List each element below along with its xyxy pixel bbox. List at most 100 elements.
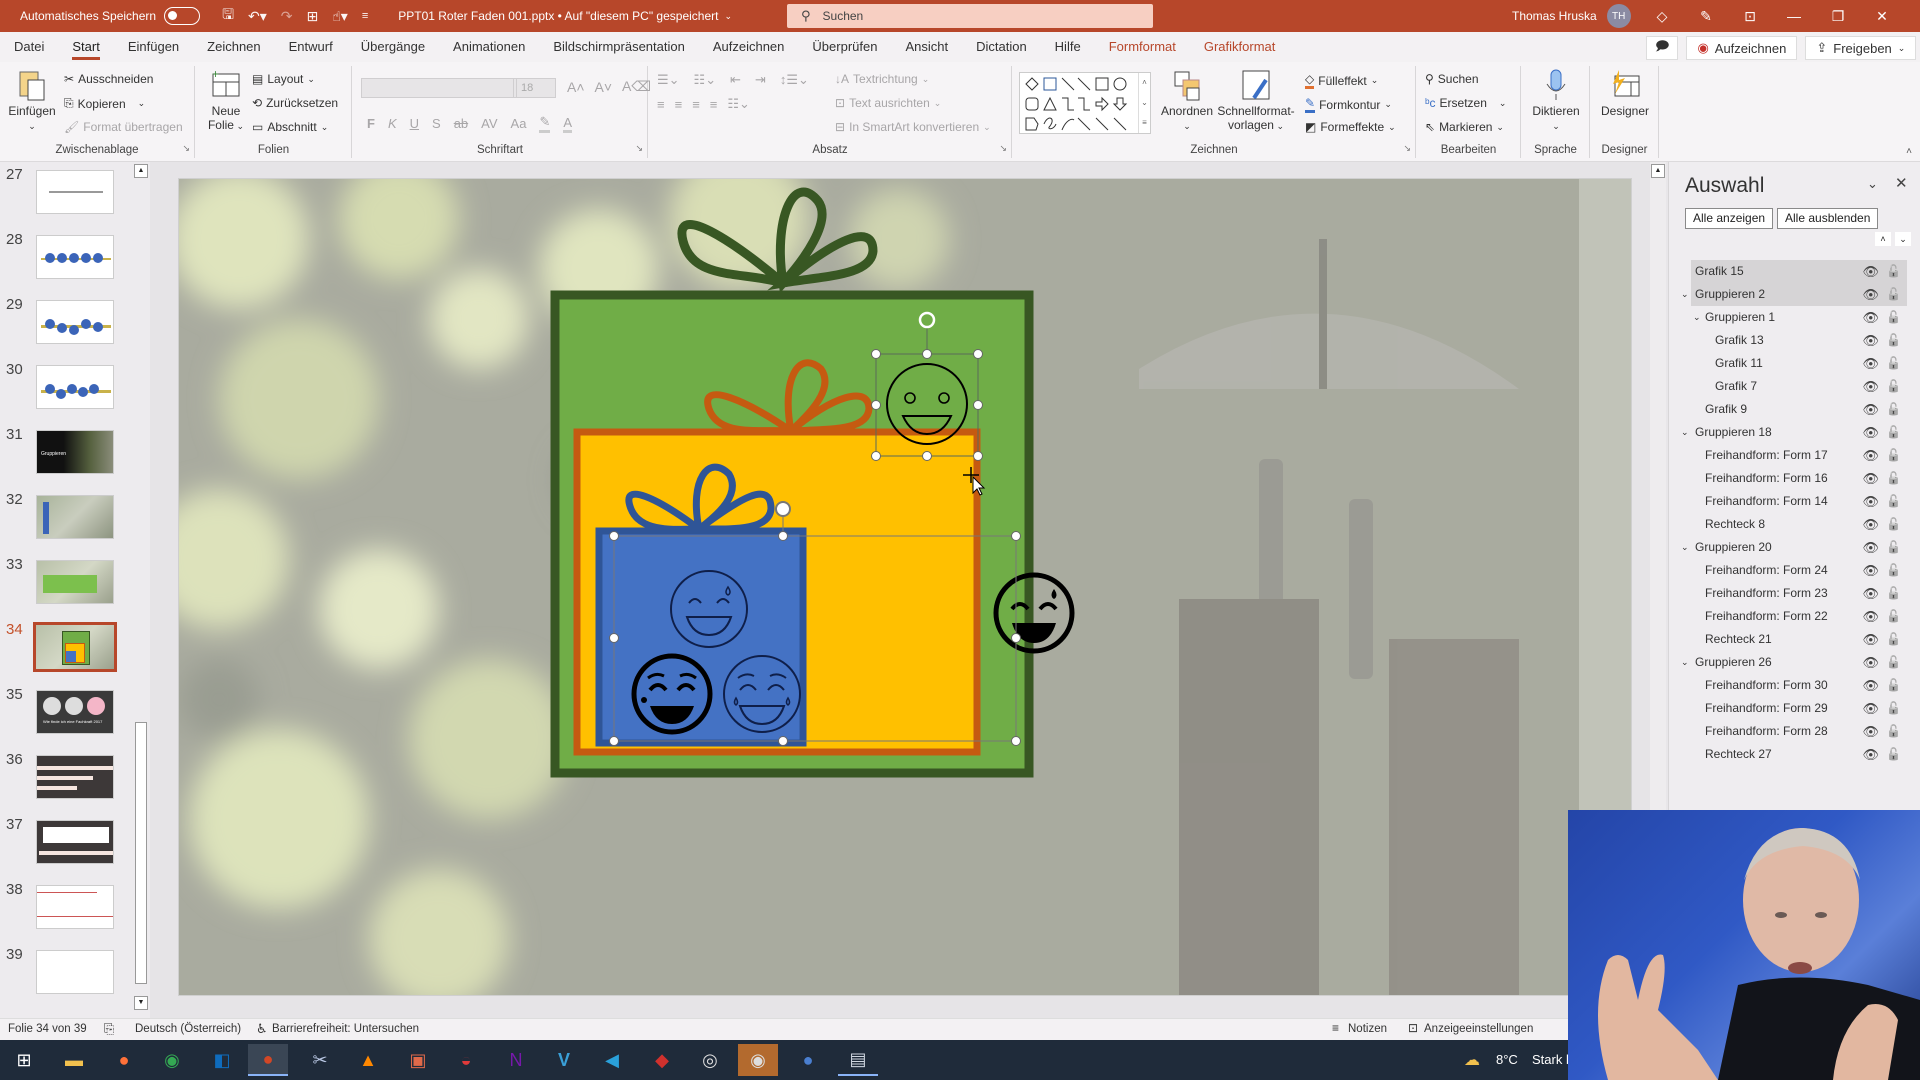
- unlock-icon[interactable]: 🔓: [1886, 674, 1901, 697]
- weather-icon[interactable]: ☁: [1464, 1050, 1480, 1070]
- visibility-eye-icon[interactable]: 👁: [1862, 421, 1879, 444]
- shrink-font-icon[interactable]: A˅: [595, 79, 613, 95]
- telegram-icon[interactable]: ◀: [592, 1044, 632, 1076]
- scroll-up-icon[interactable]: ▲: [134, 164, 148, 178]
- premium-diamond-icon[interactable]: ◇: [1640, 8, 1684, 25]
- user-name[interactable]: Thomas Hruska: [1512, 9, 1597, 23]
- align-text-button[interactable]: ⊡ Text ausrichten ⌄: [835, 96, 941, 110]
- scroll-up-icon[interactable]: ▲: [1651, 164, 1665, 178]
- visibility-eye-icon[interactable]: 👁: [1862, 582, 1879, 605]
- unlock-icon[interactable]: 🔓: [1886, 513, 1901, 536]
- unlock-icon[interactable]: 🔓: [1886, 260, 1901, 283]
- selection-list-item[interactable]: Grafik 15 👁 🔓: [1691, 260, 1907, 283]
- visibility-eye-icon[interactable]: 👁: [1862, 306, 1879, 329]
- thumbnail-slide-34[interactable]: 34: [0, 621, 150, 685]
- bullets-icon[interactable]: ☰⌄: [657, 72, 680, 88]
- avatar[interactable]: TH: [1606, 4, 1631, 28]
- unlock-icon[interactable]: 🔓: [1886, 605, 1901, 628]
- quick-styles-button[interactable]: Schnellformat-vorlagen ⌄: [1217, 68, 1295, 133]
- resize-handle[interactable]: [922, 349, 932, 359]
- lips-app-icon[interactable]: ◒: [446, 1044, 486, 1076]
- text-direction-button[interactable]: ↓A Textrichtung ⌄: [835, 72, 929, 86]
- obs-icon[interactable]: ◎: [690, 1044, 730, 1076]
- tab-entwurf[interactable]: Entwurf: [275, 32, 347, 62]
- selection-list-item[interactable]: Rechteck 8 👁 🔓: [1691, 513, 1907, 536]
- shadow-button[interactable]: S: [432, 116, 441, 131]
- copy-button[interactable]: ⎘ Kopieren ⌄: [64, 96, 145, 111]
- visibility-eye-icon[interactable]: 👁: [1862, 260, 1879, 283]
- onenote-icon[interactable]: N: [496, 1044, 536, 1076]
- visibility-eye-icon[interactable]: 👁: [1862, 651, 1879, 674]
- expand-chevron-icon[interactable]: ⌄: [1681, 283, 1689, 306]
- unlock-icon[interactable]: 🔓: [1886, 651, 1901, 674]
- present-icon[interactable]: ⊞: [307, 8, 319, 25]
- resize-handle[interactable]: [1011, 633, 1021, 643]
- selection-list-item[interactable]: Grafik 11 👁 🔓: [1691, 352, 1907, 375]
- unlock-icon[interactable]: 🔓: [1886, 467, 1901, 490]
- unlock-icon[interactable]: 🔓: [1886, 375, 1901, 398]
- share-button[interactable]: ⇪ Freigeben ⌄: [1805, 36, 1917, 60]
- char-spacing-button[interactable]: AV: [481, 116, 497, 131]
- unlock-icon[interactable]: 🔓: [1886, 720, 1901, 743]
- selection-list-item[interactable]: ⌄ Gruppieren 1 👁 🔓: [1691, 306, 1907, 329]
- dictate-button[interactable]: Diktieren ⌄: [1526, 68, 1586, 133]
- selection-list-item[interactable]: Grafik 9 👁 🔓: [1691, 398, 1907, 421]
- decrease-indent-icon[interactable]: ⇤: [730, 72, 741, 88]
- align-left-icon[interactable]: ≡: [657, 97, 665, 112]
- resize-handle[interactable]: [973, 400, 983, 410]
- layout-button[interactable]: ▤ Layout ⌄: [252, 72, 315, 86]
- dialog-launcher-icon[interactable]: ↘: [1403, 143, 1411, 154]
- resize-handle[interactable]: [778, 736, 788, 746]
- document-title[interactable]: PPT01 Roter Faden 001.pptx • Auf "diesem…: [398, 9, 718, 23]
- unlock-icon[interactable]: 🔓: [1886, 329, 1901, 352]
- font-size-input[interactable]: 18: [516, 78, 556, 98]
- resize-handle[interactable]: [973, 349, 983, 359]
- select-button[interactable]: ⇖ Markieren ⌄: [1425, 120, 1504, 134]
- unlock-icon[interactable]: 🔓: [1886, 536, 1901, 559]
- outlook-icon[interactable]: ◧: [202, 1044, 242, 1076]
- resize-handle[interactable]: [609, 531, 619, 541]
- recorder-icon[interactable]: ◉: [738, 1044, 778, 1076]
- thumbnail-slide-32[interactable]: 32: [0, 491, 150, 555]
- bring-forward-icon[interactable]: ˄: [1875, 232, 1891, 246]
- visibility-eye-icon[interactable]: 👁: [1862, 283, 1879, 306]
- columns-icon[interactable]: ☷⌄: [727, 96, 750, 112]
- thumbnail-slide-39[interactable]: 39: [0, 946, 150, 1010]
- selection-list-item[interactable]: Freihandform: Form 22 👁 🔓: [1691, 605, 1907, 628]
- monitor-app-icon[interactable]: ▤: [838, 1044, 878, 1076]
- vlc-icon[interactable]: ▲: [348, 1044, 388, 1076]
- firefox-icon[interactable]: ●: [104, 1044, 144, 1076]
- tab-aufzeichnen[interactable]: Aufzeichnen: [699, 32, 799, 62]
- thumbnail-slide-33[interactable]: 33: [0, 556, 150, 620]
- numbering-icon[interactable]: ☷⌄: [694, 72, 717, 88]
- selection-list-item[interactable]: Freihandform: Form 14 👁 🔓: [1691, 490, 1907, 513]
- tab-grafikformat[interactable]: Grafikformat: [1190, 32, 1290, 62]
- hide-all-button[interactable]: Alle ausblenden: [1777, 208, 1879, 229]
- font-name-input[interactable]: [361, 78, 515, 98]
- scroll-down-icon[interactable]: ▼: [134, 996, 148, 1010]
- tab-ueberpruefen[interactable]: Überprüfen: [798, 32, 891, 62]
- minimize-button[interactable]: —: [1772, 8, 1816, 24]
- visibility-eye-icon[interactable]: 👁: [1862, 444, 1879, 467]
- tab-formformat[interactable]: Formformat: [1095, 32, 1190, 62]
- selection-list-item[interactable]: Freihandform: Form 23 👁 🔓: [1691, 582, 1907, 605]
- visibility-eye-icon[interactable]: 👁: [1862, 467, 1879, 490]
- resize-handle[interactable]: [973, 451, 983, 461]
- selection-list-item[interactable]: Rechteck 27 👁 🔓: [1691, 743, 1907, 766]
- smartart-button[interactable]: ⊟ In SmartArt konvertieren ⌄: [835, 120, 991, 134]
- file-explorer-icon[interactable]: ▬: [54, 1044, 94, 1076]
- office-app-icon[interactable]: ▣: [398, 1044, 438, 1076]
- expand-chevron-icon[interactable]: ⌄: [1681, 536, 1689, 559]
- weather-temp[interactable]: 8°C: [1496, 1052, 1518, 1067]
- tab-bildschirmpraesentation[interactable]: Bildschirmpräsentation: [539, 32, 699, 62]
- visibility-eye-icon[interactable]: 👁: [1862, 605, 1879, 628]
- thumbnail-slide-30[interactable]: 30: [0, 361, 150, 425]
- weather-text[interactable]: Stark b: [1532, 1052, 1573, 1067]
- italic-button[interactable]: K: [388, 116, 397, 131]
- redo-icon[interactable]: ↷: [281, 8, 293, 25]
- tab-dictation[interactable]: Dictation: [962, 32, 1041, 62]
- expand-chevron-icon[interactable]: ⌄: [1681, 651, 1689, 674]
- unlock-icon[interactable]: 🔓: [1886, 444, 1901, 467]
- format-painter-button[interactable]: 🖌 Format übertragen: [64, 120, 183, 134]
- tab-datei[interactable]: Datei: [0, 32, 58, 62]
